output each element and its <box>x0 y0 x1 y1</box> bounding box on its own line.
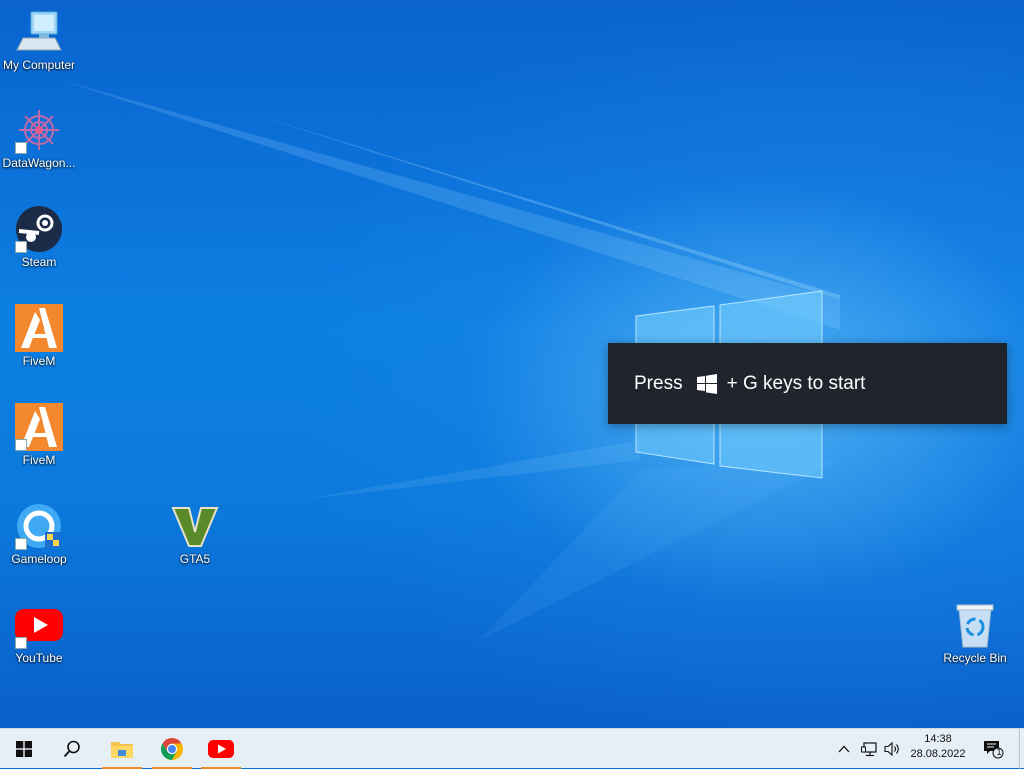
desktop-icon-label: GTA5 <box>179 552 211 566</box>
shortcut-arrow-icon <box>15 637 27 649</box>
clock-time: 14:38 <box>924 733 952 745</box>
windows-logo-icon <box>16 741 32 757</box>
network-icon <box>861 742 877 757</box>
taskbar: 14:38 28.08.2022 1 <box>0 728 1024 769</box>
shortcut-arrow-icon <box>15 241 27 253</box>
network-button[interactable] <box>860 739 878 759</box>
volume-button[interactable] <box>883 739 903 759</box>
fivem-icon <box>15 304 63 352</box>
desktop-icon-fivem[interactable]: FiveM <box>0 304 78 368</box>
clock-date: 28.08.2022 <box>910 748 966 760</box>
computer-icon <box>16 11 62 51</box>
youtube-icon <box>208 740 234 758</box>
desktop[interactable]: My Computer DataWagon... Steam FiveM Fiv… <box>0 0 1024 728</box>
shortcut-arrow-icon <box>15 538 27 550</box>
notification-count-badge: 1 <box>996 747 1002 757</box>
shortcut-arrow-icon <box>15 439 27 451</box>
desktop-icon-label: Recycle Bin <box>943 651 1007 665</box>
taskbar-clock[interactable]: 14:38 28.08.2022 <box>904 732 972 762</box>
windows-key-icon <box>696 373 717 394</box>
shortcut-arrow-icon <box>15 142 27 154</box>
recycle-bin-icon <box>956 604 994 648</box>
desktop-icon-fivem-shortcut[interactable]: FiveM <box>0 403 78 467</box>
show-desktop-button[interactable] <box>1019 729 1024 769</box>
show-hidden-icons-button[interactable] <box>836 739 852 759</box>
desktop-icon-gameloop[interactable]: Gameloop <box>0 502 78 566</box>
search-button[interactable] <box>48 729 96 769</box>
folder-icon <box>111 742 133 758</box>
search-icon <box>63 740 80 758</box>
toast-rest-text: + G keys to start <box>726 372 866 394</box>
chevron-up-icon <box>838 745 850 753</box>
desktop-icon-label: FiveM <box>22 354 56 368</box>
desktop-icon-label: FiveM <box>22 453 56 467</box>
desktop-icon-label: DataWagon... <box>2 156 76 170</box>
desktop-icon-datawagon[interactable]: DataWagon... <box>0 106 78 170</box>
taskbar-file-explorer[interactable] <box>98 729 146 769</box>
desktop-icon-my-computer[interactable]: My Computer <box>0 8 78 72</box>
taskbar-youtube[interactable] <box>197 729 245 769</box>
desktop-icon-label: Gameloop <box>11 552 67 566</box>
gta5-icon <box>171 507 219 547</box>
desktop-icon-label: My Computer <box>2 58 76 72</box>
desktop-icon-gta5[interactable]: GTA5 <box>156 502 234 566</box>
desktop-icon-label: Steam <box>21 255 57 269</box>
game-bar-toast: Press + G keys to start <box>608 343 1007 424</box>
desktop-icon-label: YouTube <box>15 651 63 665</box>
toast-press-text: Press <box>634 372 683 394</box>
start-button[interactable] <box>0 729 48 769</box>
desktop-icon-recycle-bin[interactable]: Recycle Bin <box>936 601 1014 665</box>
desktop-icon-youtube[interactable]: YouTube <box>0 601 78 665</box>
chrome-icon <box>161 738 183 760</box>
desktop-icon-steam[interactable]: Steam <box>0 205 78 269</box>
action-center-button[interactable]: 1 <box>980 739 1006 759</box>
speaker-icon <box>884 741 899 757</box>
taskbar-chrome[interactable] <box>148 729 196 769</box>
